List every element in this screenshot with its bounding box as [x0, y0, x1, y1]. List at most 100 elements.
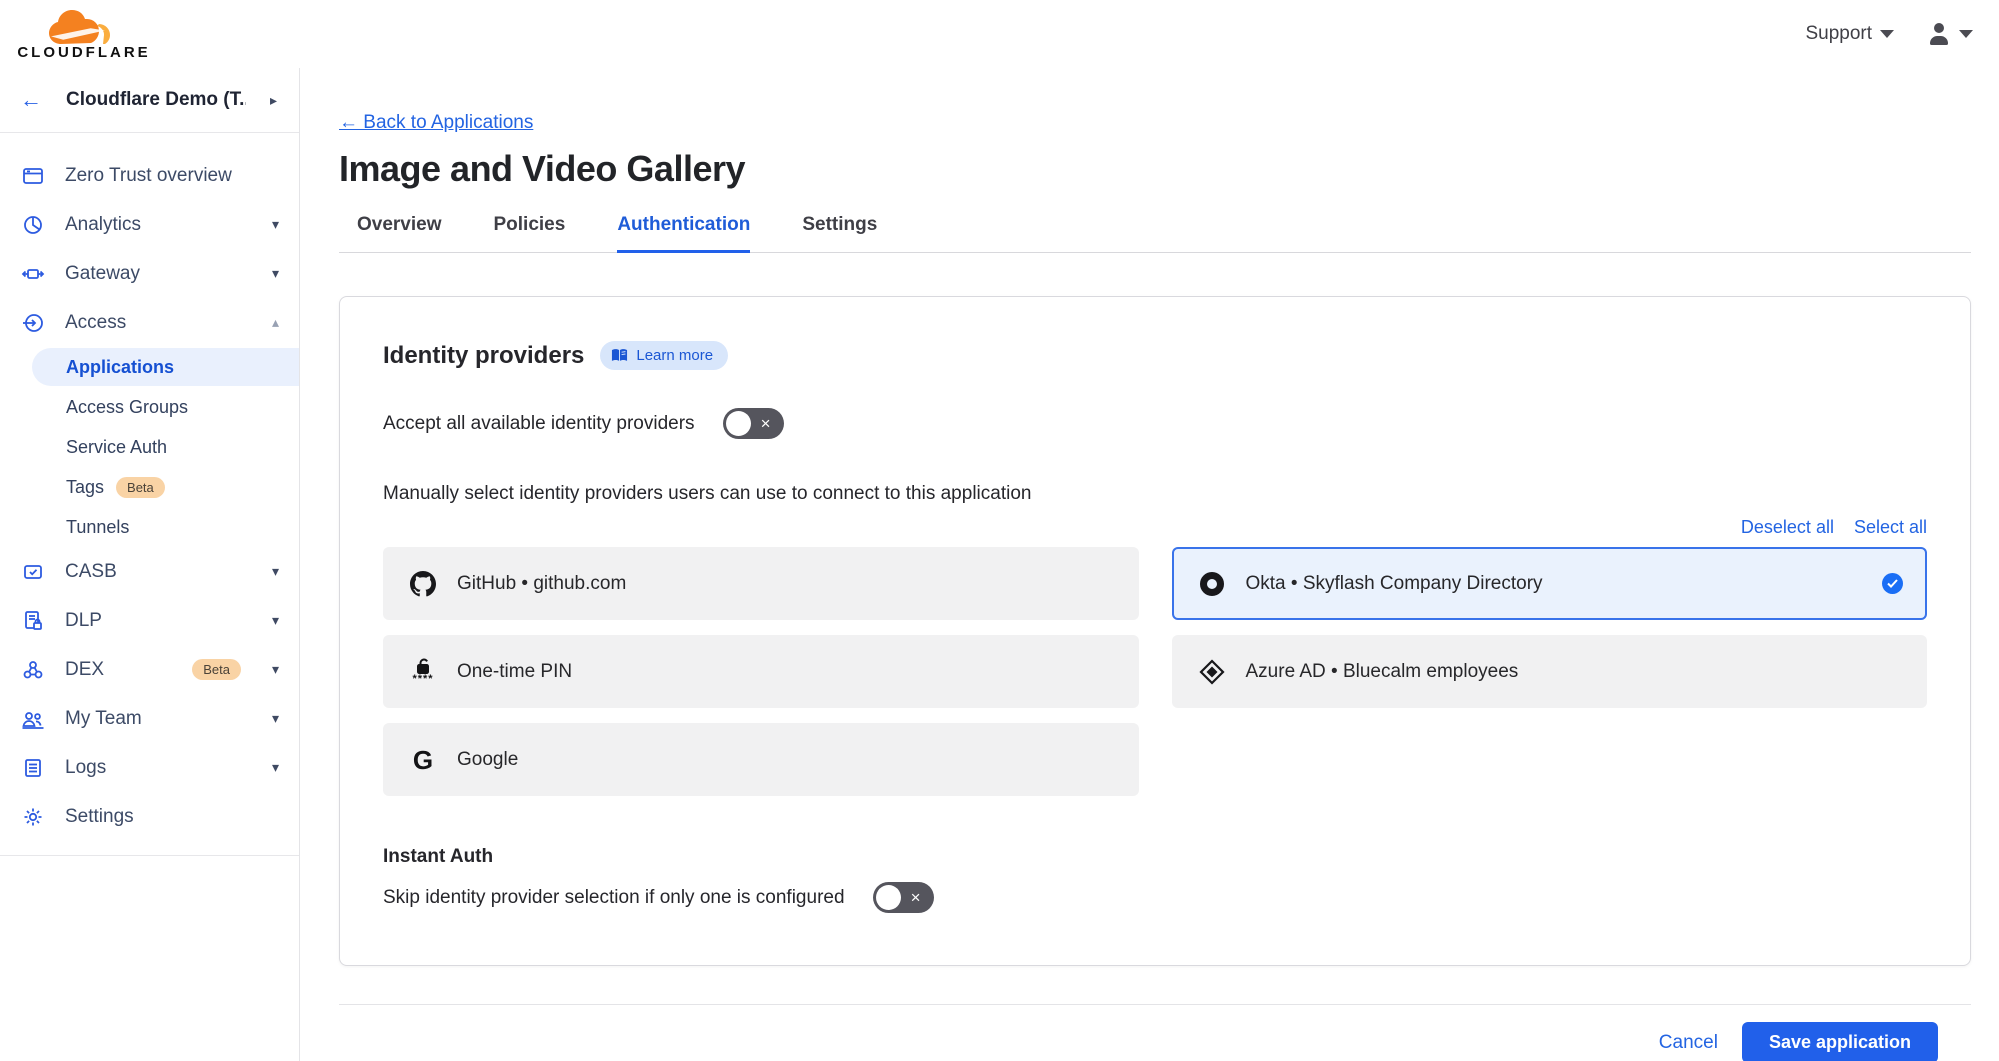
sidebar-item-dlp[interactable]: DLP ▾: [0, 596, 299, 645]
topbar: CLOUDFLARE Support: [0, 0, 1999, 68]
access-icon: [20, 311, 46, 335]
sidebar-subitem-label: Service Auth: [66, 437, 167, 458]
provider-azure-ad[interactable]: Azure AD • Bluecalm employees: [1172, 635, 1928, 708]
provider-label: GitHub • github.com: [457, 573, 1115, 595]
provider-label: Google: [457, 749, 1115, 771]
instant-auth-toggle[interactable]: ×: [873, 882, 934, 913]
provider-github[interactable]: GitHub • github.com: [383, 547, 1139, 620]
person-icon: [1928, 23, 1950, 45]
support-menu[interactable]: Support: [1805, 23, 1894, 45]
chevron-down-icon: ▾: [272, 612, 279, 629]
sidebar-item-analytics[interactable]: Analytics ▾: [0, 200, 299, 249]
user-menu[interactable]: [1928, 23, 1973, 45]
select-all-link[interactable]: Select all: [1854, 517, 1927, 538]
access-subnav: Applications Access Groups Service Auth …: [0, 347, 299, 547]
chevron-down-icon: ▾: [272, 759, 279, 776]
sidebar-item-access[interactable]: Access ▴: [0, 298, 299, 347]
toggle-knob: [726, 411, 751, 436]
back-arrow-icon[interactable]: ←: [20, 89, 42, 111]
one-time-pin-icon: ****: [409, 658, 437, 685]
tab-bar: Overview Policies Authentication Setting…: [339, 214, 1971, 253]
sidebar-item-access-groups[interactable]: Access Groups: [0, 387, 299, 427]
accept-all-label: Accept all available identity providers: [383, 413, 695, 435]
chevron-down-icon: ▾: [272, 265, 279, 282]
sidebar-item-gateway[interactable]: Gateway ▾: [0, 249, 299, 298]
window-icon: [20, 164, 46, 188]
instant-auth-heading: Instant Auth: [383, 846, 1927, 868]
book-icon: [611, 348, 628, 363]
casb-icon: [20, 560, 46, 584]
chevron-down-icon: ▾: [272, 661, 279, 678]
skip-selection-label: Skip identity provider selection if only…: [383, 887, 845, 909]
chevron-down-icon: ▾: [272, 710, 279, 727]
provider-label: Okta • Skyflash Company Directory: [1246, 573, 1863, 595]
cloudflare-cloud-icon: [47, 8, 121, 46]
active-pill: Applications: [32, 348, 299, 386]
otp-stars: ****: [412, 673, 433, 685]
learn-more-badge[interactable]: Learn more: [600, 341, 728, 370]
provider-grid: GitHub • github.com Okta • Skyflash Comp…: [383, 547, 1927, 796]
toggle-off-x-icon: ×: [901, 889, 931, 906]
beta-badge: Beta: [192, 659, 241, 680]
sidebar-item-label: Zero Trust overview: [65, 165, 279, 187]
provider-okta[interactable]: Okta • Skyflash Company Directory: [1172, 547, 1928, 620]
sidebar: ← Cloudflare Demo (T... ▸ Zero Trust ove…: [0, 68, 300, 1061]
sidebar-item-label: Access: [65, 312, 253, 334]
chevron-down-icon: [1880, 30, 1894, 38]
main-content: ← Back to Applications Image and Video G…: [300, 68, 1999, 1061]
account-switcher[interactable]: ← Cloudflare Demo (T... ▸: [0, 68, 299, 132]
sidebar-nav: Zero Trust overview Analytics ▾ Gateway: [0, 133, 299, 856]
sidebar-subitem-label: Tunnels: [66, 517, 129, 538]
sidebar-item-applications[interactable]: Applications: [0, 347, 299, 387]
google-icon: G: [409, 747, 437, 773]
gear-icon: [20, 805, 46, 829]
sidebar-item-label: DEX: [65, 659, 173, 681]
learn-more-label: Learn more: [636, 347, 713, 364]
cancel-button[interactable]: Cancel: [1659, 1032, 1718, 1054]
sidebar-item-casb[interactable]: CASB ▾: [0, 547, 299, 596]
card-title: Identity providers: [383, 342, 584, 370]
deselect-all-link[interactable]: Deselect all: [1741, 517, 1834, 538]
dlp-icon: [20, 609, 46, 633]
save-application-button[interactable]: Save application: [1742, 1022, 1938, 1061]
github-icon: [409, 571, 437, 597]
cloudflare-logo[interactable]: CLOUDFLARE: [14, 8, 154, 61]
sidebar-item-logs[interactable]: Logs ▾: [0, 743, 299, 792]
cloudflare-logo-text: CLOUDFLARE: [17, 44, 150, 61]
azure-ad-icon: [1198, 659, 1226, 685]
tab-authentication[interactable]: Authentication: [617, 214, 750, 253]
provider-label: Azure AD • Bluecalm employees: [1246, 661, 1904, 683]
back-to-applications-link[interactable]: ← Back to Applications: [339, 112, 533, 134]
provider-google[interactable]: G Google: [383, 723, 1139, 796]
sidebar-item-my-team[interactable]: My Team ▾: [0, 694, 299, 743]
sidebar-item-label: Analytics: [65, 214, 253, 236]
sidebar-item-dex[interactable]: DEX Beta ▾: [0, 645, 299, 694]
chevron-up-icon: ▴: [272, 314, 279, 331]
chevron-down-icon: [1959, 30, 1973, 38]
sidebar-item-tags[interactable]: Tags Beta: [0, 467, 299, 507]
page-title: Image and Video Gallery: [339, 148, 1971, 190]
pie-chart-icon: [20, 213, 46, 237]
provider-label: One-time PIN: [457, 661, 1115, 683]
sidebar-item-label: Settings: [65, 806, 279, 828]
provider-one-time-pin[interactable]: **** One-time PIN: [383, 635, 1139, 708]
beta-badge: Beta: [116, 477, 165, 498]
tab-policies[interactable]: Policies: [494, 214, 566, 252]
tab-overview[interactable]: Overview: [357, 214, 442, 252]
sidebar-item-label: DLP: [65, 610, 253, 632]
sidebar-item-service-auth[interactable]: Service Auth: [0, 427, 299, 467]
sidebar-subitem-label: Applications: [66, 357, 174, 378]
sidebar-item-label: Logs: [65, 757, 253, 779]
chevron-down-icon: ▾: [272, 216, 279, 233]
team-icon: [20, 707, 46, 731]
sidebar-item-tunnels[interactable]: Tunnels: [0, 507, 299, 547]
chevron-right-icon[interactable]: ▸: [270, 92, 277, 109]
footer-divider: [339, 1004, 1971, 1005]
sidebar-item-label: CASB: [65, 561, 253, 583]
sidebar-item-settings[interactable]: Settings: [0, 792, 299, 841]
toggle-off-x-icon: ×: [751, 415, 781, 432]
tab-settings[interactable]: Settings: [802, 214, 877, 252]
okta-icon: [1198, 572, 1226, 596]
sidebar-item-zero-trust-overview[interactable]: Zero Trust overview: [0, 151, 299, 200]
accept-all-toggle[interactable]: ×: [723, 408, 784, 439]
